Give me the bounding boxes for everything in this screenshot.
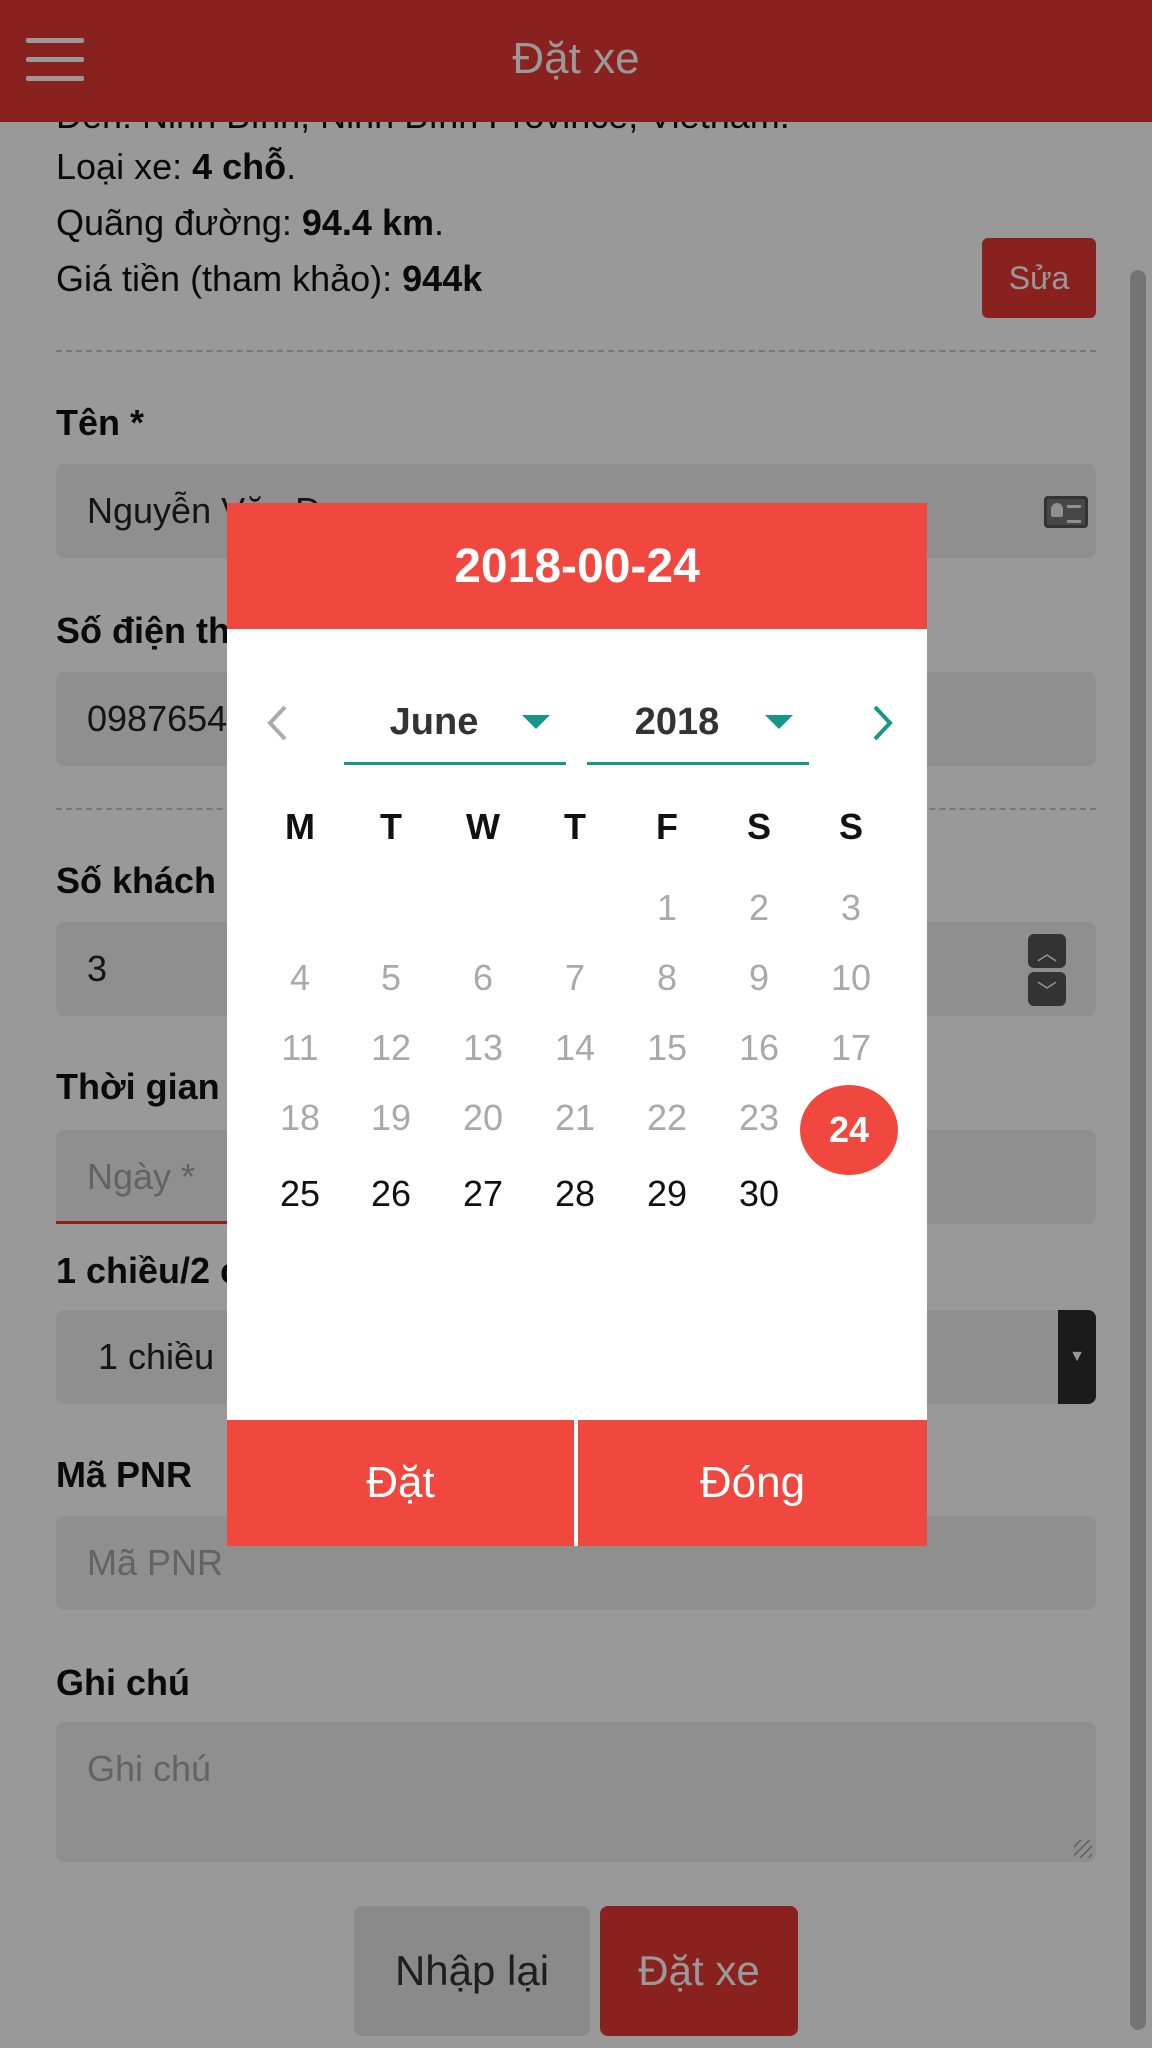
caret-down-icon <box>522 715 550 729</box>
calendar-day: 20 <box>462 1097 504 1138</box>
calendar-day[interactable]: 25 <box>254 1173 346 1215</box>
weekday-header: T <box>380 806 402 847</box>
selected-day[interactable]: 24 <box>800 1085 898 1175</box>
calendar-day: 1 <box>656 887 678 928</box>
calendar-day: 6 <box>472 957 494 998</box>
year-dropdown[interactable]: 2018 <box>587 683 809 765</box>
weekday-header: F <box>656 806 678 847</box>
chevron-right-icon[interactable] <box>863 695 903 751</box>
year-value: 2018 <box>634 701 720 743</box>
set-date-button[interactable]: Đặt <box>227 1420 574 1546</box>
calendar-day: 9 <box>748 957 770 998</box>
close-dialog-button[interactable]: Đóng <box>578 1420 927 1546</box>
calendar-day: 10 <box>830 957 872 998</box>
calendar-day: 18 <box>279 1097 321 1138</box>
weekday-header: S <box>746 806 771 847</box>
caret-down-icon <box>765 715 793 729</box>
weekday-header: M <box>285 806 315 847</box>
calendar-day: 4 <box>289 957 311 998</box>
calendar-day: 23 <box>738 1097 780 1138</box>
calendar-day[interactable]: 30 <box>713 1173 805 1215</box>
calendar-day: 12 <box>370 1027 412 1068</box>
month-dropdown[interactable]: June <box>344 683 566 765</box>
calendar-day: 5 <box>380 957 402 998</box>
calendar-day: 14 <box>554 1027 596 1068</box>
calendar-day: 8 <box>656 957 678 998</box>
weekday-header: T <box>564 806 586 847</box>
calendar-day: 19 <box>370 1097 412 1138</box>
weekday-header: S <box>838 806 863 847</box>
month-value: June <box>389 701 479 743</box>
calendar-day: 2 <box>748 887 770 928</box>
chevron-left-icon[interactable] <box>257 695 297 751</box>
calendar-day: 15 <box>646 1027 688 1068</box>
date-picker-dialog: 2018-00-24 June 2018 M T W T F S S 12345… <box>227 503 927 1546</box>
calendar-day: 22 <box>646 1097 688 1138</box>
calendar-day: 11 <box>281 1027 319 1068</box>
calendar-day: 7 <box>564 957 586 998</box>
calendar-day[interactable]: 28 <box>529 1173 621 1215</box>
calendar-day[interactable]: 27 <box>437 1173 529 1215</box>
calendar-day[interactable]: 29 <box>621 1173 713 1215</box>
calendar-day: 13 <box>462 1027 504 1068</box>
calendar-day[interactable]: 26 <box>345 1173 437 1215</box>
calendar-day: 3 <box>840 887 862 928</box>
calendar-day: 21 <box>554 1097 596 1138</box>
calendar-day: 16 <box>738 1027 780 1068</box>
calendar-day: 17 <box>830 1027 872 1068</box>
weekday-header: W <box>466 806 500 847</box>
selected-date-header: 2018-00-24 <box>227 503 927 629</box>
